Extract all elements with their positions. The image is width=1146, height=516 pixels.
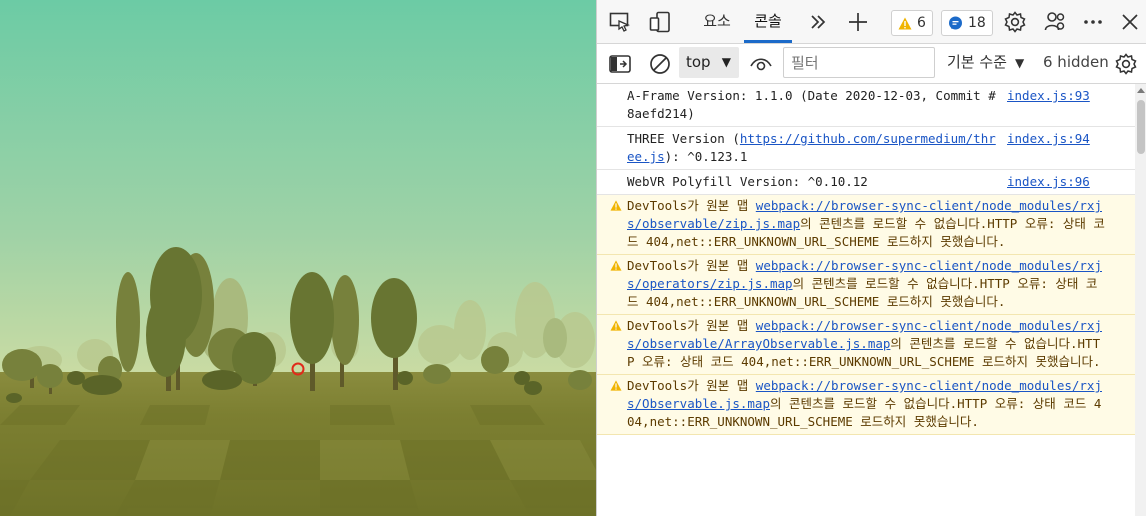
source-link[interactable]: index.js:96 [1007, 173, 1090, 191]
messages-count: 18 [968, 15, 986, 31]
message-text: DevTools가 원본 맵 [627, 258, 756, 273]
aframe-scene-canvas[interactable] [0, 0, 596, 516]
clear-console-icon[interactable] [647, 51, 673, 77]
eye-icon[interactable] [748, 51, 774, 77]
add-tab-icon[interactable] [845, 9, 871, 35]
scroll-up-icon[interactable] [1137, 88, 1145, 93]
devtools-tab-bar: 요소 콘솔 6 18 [597, 0, 1146, 44]
console-message: A-Frame Version: 1.1.0 (Date 2020-12-03,… [597, 84, 1135, 127]
console-warning: DevTools가 원본 맵 webpack://browser-sync-cl… [597, 315, 1135, 375]
customize-icon[interactable] [1042, 9, 1068, 35]
device-emulation-icon[interactable] [647, 9, 673, 35]
messages-badge[interactable]: 18 [941, 10, 993, 36]
source-link[interactable]: index.js:94 [1007, 130, 1090, 148]
warning-icon [610, 320, 622, 331]
console-warning: DevTools가 원본 맵 webpack://browser-sync-cl… [597, 255, 1135, 315]
tab-console[interactable]: 콘솔 [744, 0, 792, 43]
close-icon[interactable] [1117, 9, 1143, 35]
sidebar-toggle-icon[interactable] [607, 51, 633, 77]
log-levels-label: 기본 수준 [947, 53, 1007, 71]
devtools-panel: 요소 콘솔 6 18 top ▼ 필터 기본 수준 ▼ 6 hidden A-F… [596, 0, 1146, 516]
console-messages: A-Frame Version: 1.1.0 (Date 2020-12-03,… [597, 84, 1135, 516]
warning-icon [898, 17, 912, 29]
hidden-messages-count: 6 hidden [1043, 53, 1109, 71]
console-message: WebVR Polyfill Version: ^0.10.12 index.j… [597, 170, 1135, 195]
scene-render [0, 0, 596, 516]
chevron-down-icon: ▼ [721, 55, 731, 69]
more-options-icon[interactable] [1080, 9, 1106, 35]
warning-icon [610, 380, 622, 391]
warning-icon [610, 200, 622, 211]
console-warning: DevTools가 원본 맵 webpack://browser-sync-cl… [597, 195, 1135, 255]
settings-icon[interactable] [1002, 9, 1028, 35]
message-text: DevTools가 원본 맵 [627, 378, 756, 393]
warnings-count: 6 [917, 15, 926, 31]
more-tabs-icon[interactable] [805, 9, 831, 35]
message-text: DevTools가 원본 맵 [627, 198, 756, 213]
context-value: top [686, 53, 711, 71]
console-scrollbar[interactable] [1135, 84, 1146, 516]
tab-elements[interactable]: 요소 [697, 0, 737, 43]
console-settings-icon[interactable] [1113, 51, 1139, 77]
warnings-badge[interactable]: 6 [891, 10, 933, 36]
warning-icon [610, 260, 622, 271]
log-levels-dropdown[interactable]: 기본 수준 ▼ [947, 44, 1024, 80]
source-link[interactable]: index.js:93 [1007, 87, 1090, 105]
chevron-down-icon: ▼ [1014, 56, 1025, 70]
message-text: THREE Version ( [627, 131, 740, 146]
message-icon [949, 16, 962, 29]
console-warning: DevTools가 원본 맵 webpack://browser-sync-cl… [597, 375, 1135, 435]
message-text: DevTools가 원본 맵 [627, 318, 756, 333]
inspect-icon[interactable] [607, 9, 633, 35]
context-selector[interactable]: top ▼ [679, 47, 739, 78]
message-text: ): ^0.123.1 [664, 149, 748, 164]
scroll-thumb[interactable] [1137, 100, 1145, 154]
console-toolbar: top ▼ 기본 수준 ▼ 6 hidden [597, 44, 1146, 84]
console-message: THREE Version (https://github.com/superm… [597, 127, 1135, 170]
message-text: WebVR Polyfill Version: ^0.10.12 [627, 174, 868, 189]
message-text: A-Frame Version: 1.1.0 (Date 2020-12-03,… [627, 88, 996, 121]
filter-input[interactable] [783, 47, 935, 78]
